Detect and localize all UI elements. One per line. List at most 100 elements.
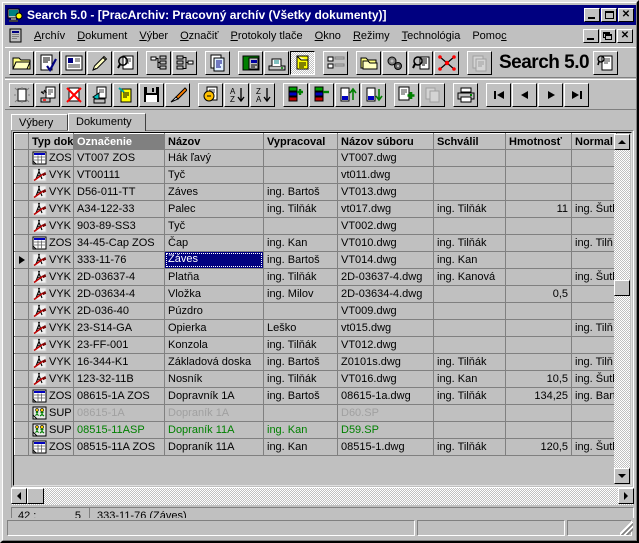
cell-typ-dok[interactable]: VYK [28,353,74,371]
cell-hmotnost[interactable] [505,149,572,167]
cell-nazov[interactable]: Vložka [164,285,264,303]
menu-item-oznacit[interactable]: Označiť [174,28,224,44]
row-marker[interactable] [14,319,29,337]
cell-nazov[interactable]: Dopraník 11A [164,421,264,439]
scroll-right-button[interactable] [618,488,634,504]
cell-oznacenie[interactable]: 16-344-K1 [73,353,165,371]
header-nazov-suboru[interactable]: Názov súboru [337,133,434,150]
cell-hmotnost[interactable] [505,217,572,235]
table-row[interactable]: VYK 23-S14-GA Opierka Leško vt015.dwg ing. Ti… [14,319,617,337]
cell-nazov-suboru[interactable]: VT010.dwg [337,234,434,252]
document-check-icon[interactable] [35,50,60,75]
info-card-icon[interactable] [593,50,619,75]
cell-nazov-suboru[interactable]: vt015.dwg [337,319,434,337]
cell-nazov[interactable]: Dopraník 11A [164,438,264,456]
cell-typ-dok[interactable]: VYK [28,302,74,320]
table-row[interactable]: VYK 2D-03637-4 Platňa ing. Tilňák 2D-03637-4… [14,268,617,286]
cell-typ-dok[interactable]: ZOS [28,438,74,456]
tree-structure-icon[interactable] [146,50,171,75]
horizontal-scroll-thumb[interactable] [27,488,44,504]
cell-hmotnost[interactable]: 0,5 [505,285,572,303]
cell-normal[interactable] [571,421,617,439]
move-down-icon[interactable] [361,82,386,107]
table-row[interactable]: ZOS 08615-1A ZOS Dopravník 1A ing. Bartoš 08… [14,387,617,405]
grid-horizontal-scrollbar[interactable] [11,488,634,505]
header-normal[interactable]: Normal [571,133,617,150]
table-row[interactable]: VYK VT00111 Tyč vt011.dwg [14,166,617,184]
edit-document-icon[interactable] [113,82,138,107]
row-marker[interactable] [14,251,29,269]
folder-stack-icon[interactable] [356,50,381,75]
clear-eraser-icon[interactable] [165,82,190,107]
cell-nazov-suboru[interactable]: vt011.dwg [337,166,434,184]
table-row[interactable]: VYK 16-344-K1 Základová doska ing. Bartoš Z0… [14,353,617,371]
cell-oznacenie[interactable]: 08515-11A ZOS [73,438,165,456]
cell-nazov-suboru[interactable]: 08515-1.dwg [337,438,434,456]
menu-item-protokoly-tlace[interactable]: Protokoly tlače [224,28,308,44]
cell-schvalil[interactable] [433,302,506,320]
cell-nazov-suboru[interactable]: VT009.dwg [337,302,434,320]
row-marker[interactable] [14,302,29,320]
cell-vypracoval[interactable]: ing. Bartoš [263,251,338,269]
cell-typ-dok[interactable]: VYK [28,200,74,218]
table-row[interactable]: VYK 903-89-SS3 Tyč VT002.dwg [14,217,617,235]
cell-nazov[interactable]: Konzola [164,336,264,354]
cell-schvalil[interactable]: ing. Tilňák [433,234,506,252]
cell-normal[interactable]: ing. Šutk [571,370,617,388]
cell-oznacenie[interactable]: 333-11-76 [73,251,165,269]
cell-normal[interactable] [571,251,617,269]
nav-last-icon[interactable] [564,82,589,107]
cell-typ-dok[interactable]: VYK [28,217,74,235]
menu-item-pomoc[interactable]: Pomoc [466,28,512,44]
cell-hmotnost[interactable]: 11 [505,200,572,218]
cell-normal[interactable] [571,285,617,303]
tab-vybery[interactable]: Výbery [11,114,68,131]
cell-schvalil[interactable]: ing. Kanová [433,268,506,286]
row-marker[interactable] [14,438,29,456]
tab-dokumenty[interactable]: Dokumenty [68,113,146,131]
cell-nazov[interactable]: Dopraník 1A [164,404,264,422]
table-row[interactable]: VYK A34-122-33 Palec ing. Tilňák vt017.dwg in… [14,200,617,218]
cell-nazov-suboru[interactable]: VT012.dwg [337,336,434,354]
cell-nazov[interactable]: Tyč [164,217,264,235]
cell-nazov-suboru[interactable]: VT013.dwg [337,183,434,201]
cell-hmotnost[interactable] [505,166,572,184]
table-row[interactable]: VYK 2D-036-40 Púzdro VT009.dwg [14,302,617,320]
nav-prev-icon[interactable] [512,82,537,107]
cell-normal[interactable]: ing. Tilň [571,234,617,252]
cell-nazov[interactable]: Opierka [164,319,264,337]
row-marker[interactable] [14,234,29,252]
copy-documents-icon[interactable] [205,50,230,75]
cell-schvalil[interactable] [433,404,506,422]
menu-item-vyber[interactable]: Výber [133,28,174,44]
cell-nazov-suboru[interactable]: VT002.dwg [337,217,434,235]
cell-nazov-suboru[interactable]: D59.SP [337,421,434,439]
remove-row-icon[interactable] [309,82,334,107]
row-marker[interactable] [14,404,29,422]
cell-normal[interactable]: ing. Bart [571,387,617,405]
cell-vypracoval[interactable]: ing. Tilňák [263,268,338,286]
scanner-icon[interactable] [264,50,289,75]
cell-normal[interactable] [571,149,617,167]
cell-nazov[interactable]: Čap [164,234,264,252]
cell-vypracoval[interactable]: ing. Kan [263,421,338,439]
cell-hmotnost[interactable] [505,251,572,269]
cell-oznacenie[interactable]: 08515-11ASP [73,421,165,439]
cell-schvalil[interactable]: ing. Kan [433,251,506,269]
cell-schvalil[interactable]: ing. Tilňák [433,353,506,371]
grid-vertical-scrollbar[interactable] [614,134,630,484]
menu-item-dokument[interactable]: Dokument [71,28,133,44]
add-row-icon[interactable] [283,82,308,107]
cell-vypracoval[interactable]: ing. Tilňák [263,370,338,388]
cell-oznacenie[interactable]: 123-32-11B [73,370,165,388]
cell-schvalil[interactable]: ing. Tilňák [433,438,506,456]
cell-normal[interactable] [571,166,617,184]
row-marker[interactable] [14,387,29,405]
cell-typ-dok[interactable]: VYK [28,319,74,337]
cell-nazov-suboru[interactable]: Z0101s.dwg [337,353,434,371]
cell-vypracoval[interactable] [263,166,338,184]
row-marker[interactable] [14,183,29,201]
cell-nazov[interactable]: Hák ľavý [164,149,264,167]
cell-oznacenie[interactable]: D56-011-TT [73,183,165,201]
cell-nazov-suboru[interactable]: VT007.dwg [337,149,434,167]
